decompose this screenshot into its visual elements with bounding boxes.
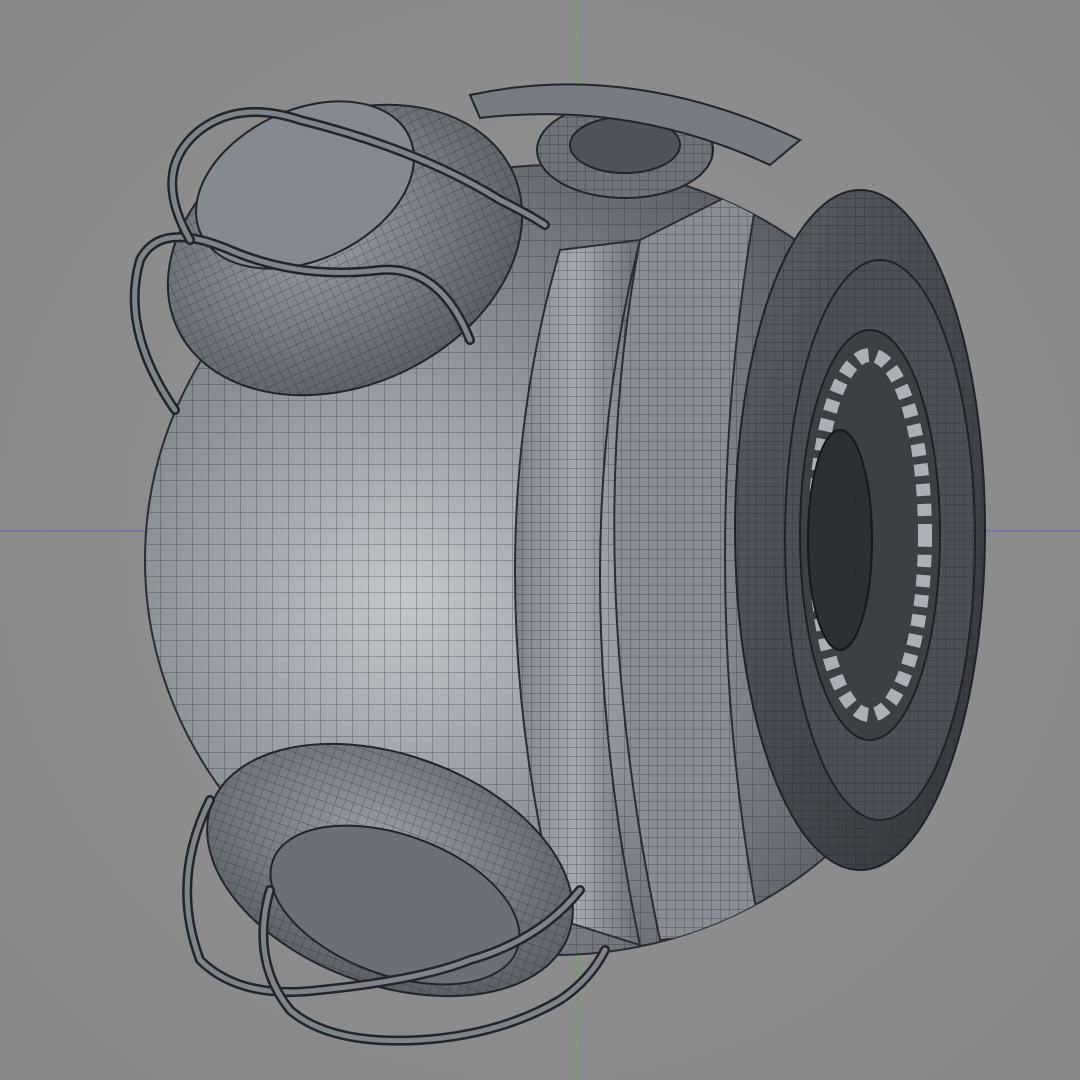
eye-lens[interactable]: [799, 329, 941, 741]
3d-viewport[interactable]: [0, 0, 1080, 1080]
viewport-canvas[interactable]: [0, 0, 1080, 1080]
